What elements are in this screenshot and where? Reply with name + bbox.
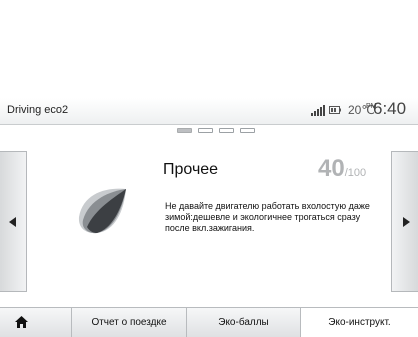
page-dot-3 <box>219 128 234 133</box>
arrow-right-icon <box>403 217 410 227</box>
clock-ampm: PM <box>366 103 377 110</box>
previous-button[interactable] <box>0 151 27 292</box>
screen: Driving eco2 20℃ 6:40 PM Прочее 40/100 Н… <box>0 0 418 337</box>
eco-score: 40/100 <box>318 155 366 183</box>
home-button[interactable] <box>0 308 72 337</box>
tab-trip-report[interactable]: Отчет о поездке <box>72 308 187 337</box>
page-dot-1 <box>177 128 192 133</box>
home-icon <box>15 316 28 328</box>
signal-icon <box>311 105 325 116</box>
app-title: Driving eco2 <box>7 104 69 116</box>
eco-score-value: 40 <box>318 155 345 182</box>
eco-score-max: /100 <box>344 167 367 179</box>
tab-eco-scores[interactable]: Эко-баллы <box>187 308 301 337</box>
tab-eco-instructions[interactable]: Эко-инструкт. <box>301 308 418 337</box>
clock-time: 6:40 <box>373 99 407 118</box>
battery-icon <box>329 106 341 114</box>
bottom-tab-bar: Отчет о поездке Эко-баллы Эко-инструкт. <box>0 307 418 337</box>
eco-leaf-icon <box>78 188 126 234</box>
tip-title: Прочее <box>163 161 219 178</box>
arrow-left-icon <box>9 217 16 227</box>
tip-message: Не давайте двигателю работать вхолостую … <box>165 201 370 233</box>
status-bar: Driving eco2 20℃ 6:40 PM <box>0 98 418 125</box>
page-dot-2 <box>198 128 213 133</box>
next-button[interactable] <box>391 151 418 292</box>
page-dot-4 <box>240 128 255 133</box>
